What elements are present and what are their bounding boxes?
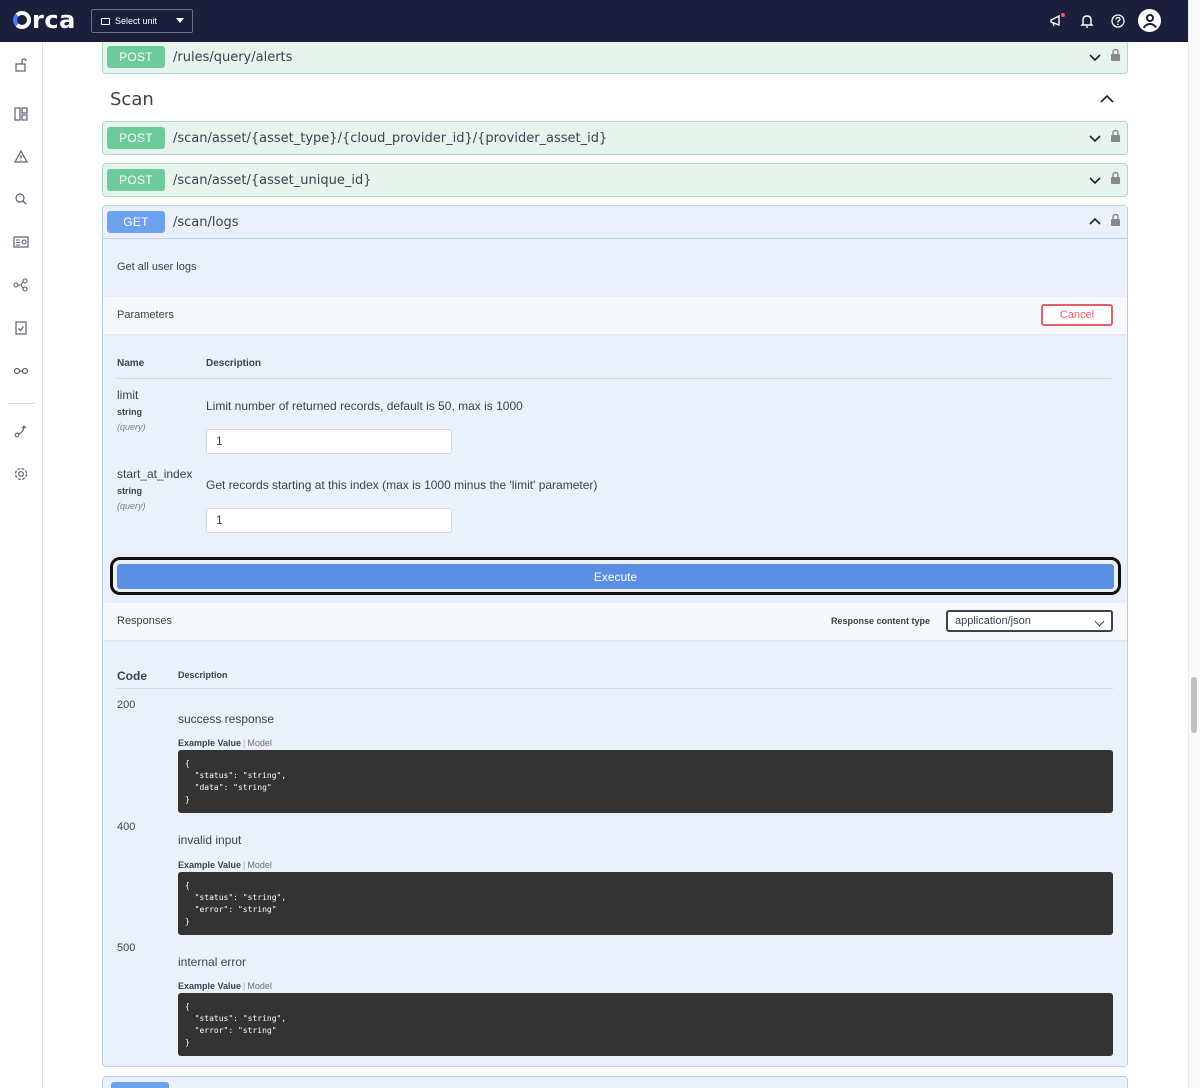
lock-icon[interactable]: [1110, 171, 1121, 185]
cancel-button[interactable]: Cancel: [1041, 304, 1113, 326]
execute-button[interactable]: Execute: [117, 564, 1114, 589]
response-content-type-label: Response content type: [831, 616, 931, 626]
execute-highlight: Execute: [110, 557, 1121, 595]
chevron-down-icon: [176, 18, 184, 23]
chevron-down-icon[interactable]: [1089, 132, 1101, 144]
method-badge: POST: [107, 127, 165, 149]
divider: [117, 688, 1113, 689]
dashboard-icon[interactable]: [12, 105, 30, 123]
example-value-tab[interactable]: Example Value: [178, 981, 241, 991]
unlock-icon[interactable]: [12, 56, 30, 74]
limit-input[interactable]: 1: [206, 429, 452, 454]
integration-icon[interactable]: [12, 422, 30, 440]
example-value-tab[interactable]: Example Value: [178, 738, 241, 748]
api-docs-main: POST /rules/query/alerts Scan POST /scan…: [43, 42, 1188, 1088]
endpoint-path: /scan/asset/{asset_unique_id}: [173, 172, 372, 188]
response-code: 500: [117, 942, 136, 954]
scrollbar-thumb[interactable]: [1191, 677, 1197, 733]
responses-label: Responses: [117, 615, 173, 627]
settings-icon[interactable]: [12, 465, 30, 483]
response-code: 200: [117, 699, 136, 711]
example-tabs: Example Value | Model: [178, 860, 272, 870]
top-bar: rca Select unit: [0, 0, 1188, 42]
method-badge: POST: [107, 169, 165, 191]
response-code: 400: [117, 821, 136, 833]
param-description: Limit number of returned records, defaul…: [206, 399, 523, 413]
search-icon[interactable]: [12, 190, 30, 208]
endpoint-path: /scan/logs: [173, 214, 239, 230]
endpoint-description: Get all user logs: [117, 261, 197, 273]
opblock-post-scan-asset-unique[interactable]: POST /scan/asset/{asset_unique_id}: [102, 163, 1128, 197]
compliance-icon[interactable]: [12, 319, 30, 337]
model-tab[interactable]: Model: [247, 981, 272, 991]
param-location: (query): [117, 501, 146, 511]
chevron-up-icon[interactable]: [1100, 94, 1114, 104]
parameters-bar: Parameters Cancel: [103, 297, 1127, 334]
orca-logo[interactable]: rca: [13, 8, 76, 32]
model-tab[interactable]: Model: [247, 860, 272, 870]
response-description: success response: [178, 712, 275, 726]
example-tabs: Example Value | Model: [178, 981, 272, 991]
parameters-table: Name Description limit string (query) Li…: [103, 334, 1127, 594]
col-name: Name: [117, 358, 145, 369]
param-location: (query): [117, 422, 146, 432]
inventory-icon[interactable]: [12, 233, 30, 251]
start-at-index-input[interactable]: 1: [206, 508, 452, 533]
example-tabs: Example Value | Model: [178, 738, 272, 748]
user-avatar[interactable]: [1138, 9, 1161, 32]
param-name: limit: [117, 388, 139, 402]
lock-icon[interactable]: [1110, 213, 1121, 227]
opblock-post-rules-query-alerts[interactable]: POST /rules/query/alerts: [102, 42, 1128, 74]
unit-select-label: Select unit: [115, 16, 158, 26]
col-description: Description: [178, 670, 228, 680]
section-title-scan[interactable]: Scan: [110, 89, 154, 110]
method-badge: [111, 1082, 169, 1088]
method-badge: POST: [107, 46, 165, 68]
responses-table: Code Description 200 success response Ex…: [103, 640, 1127, 1060]
col-code: Code: [117, 669, 147, 683]
endpoint-path: /scan/asset/{asset_type}/{cloud_provider…: [173, 130, 608, 146]
sidebar-divider: [8, 403, 35, 404]
lock-icon[interactable]: [1110, 48, 1121, 62]
responses-bar: Responses Response content type applicat…: [103, 603, 1127, 640]
alert-icon[interactable]: [12, 148, 30, 166]
example-value-tab[interactable]: Example Value: [178, 860, 241, 870]
announcement-icon[interactable]: [1048, 12, 1066, 30]
response-content-type-value: application/json: [955, 615, 1031, 627]
col-description: Description: [206, 358, 262, 369]
bell-icon[interactable]: [1078, 12, 1096, 30]
opblock-get-scan-logs: GET /scan/logs Get all user logs Paramet…: [102, 205, 1128, 1067]
unit-select[interactable]: Select unit: [91, 9, 193, 33]
help-icon[interactable]: [1109, 12, 1127, 30]
unit-icon: [101, 17, 110, 25]
response-description: internal error: [178, 955, 247, 969]
shift-left-icon[interactable]: [12, 361, 30, 379]
divider: [117, 378, 1113, 379]
chevron-down-icon: [1094, 616, 1105, 627]
sidebar: [0, 42, 43, 1088]
parameters-label: Parameters: [117, 309, 174, 321]
chevron-down-icon[interactable]: [1089, 174, 1101, 186]
opblock-summary[interactable]: GET /scan/logs: [103, 206, 1127, 238]
param-type: string: [117, 486, 143, 496]
example-code-block: { "status": "string", "data": "string" }: [178, 750, 1113, 813]
param-type: string: [117, 407, 143, 417]
param-name: start_at_index: [117, 467, 193, 481]
param-description: Get records starting at this index (max …: [206, 478, 598, 492]
endpoint-path: /rules/query/alerts: [173, 49, 293, 65]
opblock-next[interactable]: [102, 1076, 1128, 1088]
method-badge: GET: [107, 211, 165, 233]
example-code-block: { "status": "string", "error": "string" …: [178, 993, 1113, 1056]
graph-icon[interactable]: [12, 276, 30, 294]
model-tab[interactable]: Model: [247, 738, 272, 748]
scrollbar[interactable]: [1188, 0, 1200, 1088]
example-code-block: { "status": "string", "error": "string" …: [178, 872, 1113, 935]
response-content-type-select[interactable]: application/json: [946, 610, 1113, 632]
chevron-down-icon[interactable]: [1089, 51, 1101, 63]
response-description: invalid input: [178, 833, 242, 847]
opblock-post-scan-asset-type[interactable]: POST /scan/asset/{asset_type}/{cloud_pro…: [102, 121, 1128, 155]
lock-icon[interactable]: [1110, 129, 1121, 143]
chevron-up-icon[interactable]: [1089, 216, 1101, 228]
